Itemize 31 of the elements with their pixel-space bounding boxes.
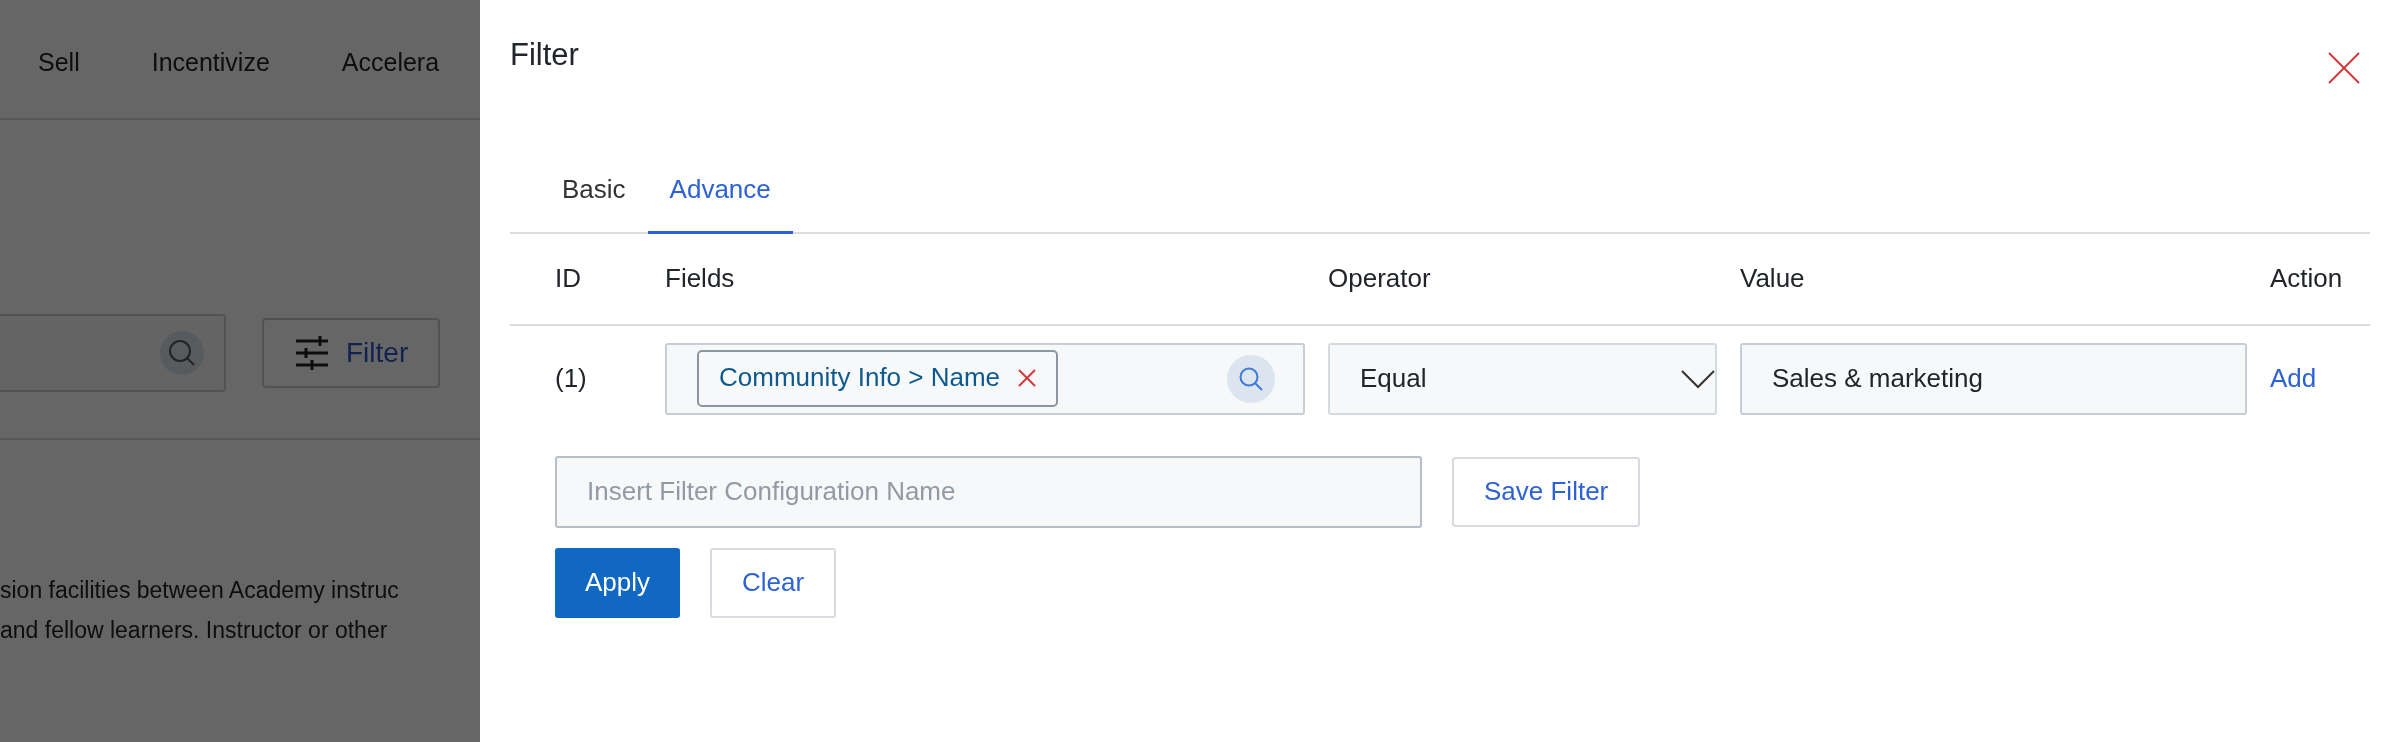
close-icon [1018,368,1037,387]
clear-button[interactable]: Clear [710,547,837,618]
column-header: Operator [1328,262,1432,295]
column-header: Value [1740,262,1806,295]
fields-field[interactable]: Community Info > Name [665,342,1305,415]
operator-select[interactable]: Equal [1328,342,1717,415]
remove-tag-button[interactable] [1018,368,1037,387]
search-icon [1238,365,1264,392]
field-tag: Community Info > Name [697,350,1059,407]
value-field[interactable]: Sales & marketing [1740,342,2247,415]
search-icon [167,338,197,368]
text-line: sion facilities between Academy instruc [0,576,400,605]
nav-link-text[interactable]: Accelera [341,44,440,118]
tab[interactable]: Advance [647,155,793,234]
add-link[interactable]: Add [2270,359,2370,398]
row-id: (1) [555,362,588,395]
close-icon [2328,52,2360,85]
panel-title: Filter [510,36,579,74]
apply-button[interactable]: Apply [555,547,681,618]
search-field[interactable] [0,314,226,392]
save-filter-button[interactable]: Save Filter [1452,456,1641,527]
sliders-icon [294,335,330,371]
chevron-down-icon [1681,368,1715,389]
text-line: and fellow learners. Instructor or other [0,616,389,645]
column-header: Action [2270,262,2344,295]
nav-link-text[interactable]: Incentivize [151,44,270,118]
column-header: ID [555,262,582,295]
column-header: Fields [665,262,736,295]
tab[interactable]: Basic [540,155,648,234]
nav-link-text[interactable]: Sell [38,44,80,118]
config-name-field[interactable]: Insert Filter Configuration Name [555,455,1422,528]
